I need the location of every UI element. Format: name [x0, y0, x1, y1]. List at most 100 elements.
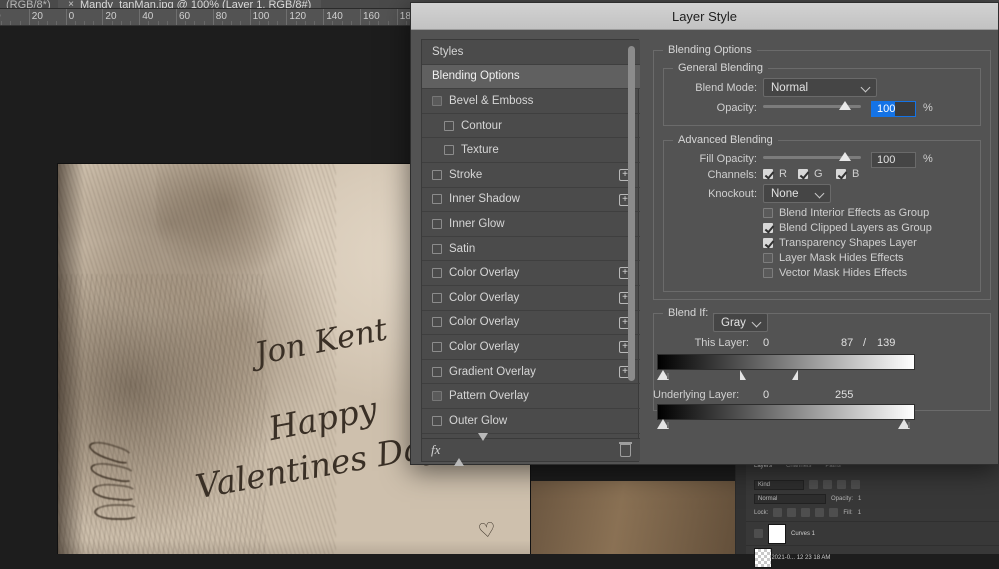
knockout-select[interactable]: None [763, 184, 831, 203]
lock-brush-icon[interactable] [787, 508, 796, 517]
style-enable-checkbox[interactable] [432, 194, 442, 204]
layer-thumbnail[interactable] [754, 548, 772, 568]
transparency-shapes-layer-checkbox[interactable]: Transparency Shapes Layer [763, 237, 917, 249]
style-item-label: Blending Options [432, 70, 520, 82]
lock-transparent-icon[interactable] [773, 508, 782, 517]
style-enable-checkbox[interactable] [432, 96, 442, 106]
document-tab[interactable]: Mandy_tanMan.jpg @ 100% (Layer 1, RGB/8#… [58, 0, 321, 9]
this-layer-gradient-bar[interactable] [657, 354, 915, 370]
opacity-slider-handle[interactable] [839, 101, 851, 110]
layers-panel[interactable]: Layers Channels Paths Kind Normal Opacit… [735, 455, 999, 554]
styles-list-header[interactable]: Styles [422, 40, 640, 65]
this-layer-black-handle[interactable] [657, 370, 669, 380]
style-item-outer-glow[interactable]: Outer Glow [422, 409, 640, 434]
fill-opacity-slider-handle[interactable] [839, 152, 851, 161]
blend-clipped-layers-checkbox[interactable]: Blend Clipped Layers as Group [763, 222, 932, 234]
style-enable-checkbox[interactable] [444, 145, 454, 155]
style-item-texture[interactable]: Texture [422, 138, 640, 163]
checkbox-label: Layer Mask Hides Effects [779, 252, 904, 264]
ruler-label: 80 [213, 11, 227, 22]
vector-mask-hides-effects-checkbox[interactable]: Vector Mask Hides Effects [763, 267, 907, 279]
style-item-color-overlay[interactable]: Color Overlay+ [422, 261, 640, 286]
style-item-bevel-emboss[interactable]: Bevel & Emboss [422, 89, 640, 114]
move-down-icon[interactable] [478, 441, 488, 459]
underlying-white-handle[interactable] [898, 419, 910, 429]
style-item-contour[interactable]: Contour [422, 114, 640, 139]
underlying-gradient-bar[interactable] [657, 404, 915, 420]
layer-blend-mode-select[interactable]: Normal [754, 494, 826, 504]
scrollbar-thumb[interactable] [628, 46, 635, 381]
style-enable-checkbox[interactable] [444, 121, 454, 131]
style-item-color-overlay[interactable]: Color Overlay+ [422, 335, 640, 360]
lock-artboard-icon[interactable] [815, 508, 824, 517]
opacity-input[interactable]: 100 [871, 101, 916, 117]
filter-adjustment-icon[interactable] [823, 480, 832, 489]
style-item-inner-shadow[interactable]: Inner Shadow+ [422, 188, 640, 213]
lock-move-icon[interactable] [801, 508, 810, 517]
style-item-gradient-overlay[interactable]: Gradient Overlay+ [422, 360, 640, 385]
styles-list-panel[interactable]: Styles Blending Options Bevel & EmbossCont… [421, 39, 639, 462]
tab-previous-label[interactable]: (RGB/8*) [0, 0, 57, 9]
ruler-minor-tick [75, 21, 76, 26]
channels-label: Channels: [665, 169, 757, 181]
styles-list[interactable]: Styles Blending Options Bevel & EmbossCont… [422, 40, 640, 440]
blend-interior-effects-checkbox[interactable]: Blend Interior Effects as Group [763, 207, 929, 219]
dialog-titlebar[interactable]: Layer Style [411, 3, 998, 30]
ruler-minor-tick [148, 21, 149, 26]
blend-mode-select[interactable]: Normal [763, 78, 877, 97]
fx-icon[interactable]: fx [431, 442, 440, 458]
ruler-minor-tick [38, 21, 39, 26]
style-item-color-overlay[interactable]: Color Overlay+ [422, 286, 640, 311]
layer-style-dialog[interactable]: Layer Style Styles Blending Options Bevel … [410, 2, 999, 465]
filter-image-icon[interactable] [809, 480, 818, 489]
style-enable-checkbox[interactable] [432, 219, 442, 229]
style-enable-checkbox[interactable] [432, 317, 442, 327]
style-item-satin[interactable]: Satin [422, 237, 640, 262]
list-item[interactable]: Curves 1 [746, 521, 999, 545]
channel-g-checkbox[interactable]: G [798, 168, 823, 180]
channel-r-checkbox[interactable]: R [763, 168, 787, 180]
style-enable-checkbox[interactable] [432, 367, 442, 377]
checkbox-box [763, 208, 773, 218]
delete-effect-icon[interactable] [620, 444, 631, 457]
style-enable-checkbox[interactable] [432, 391, 442, 401]
layer-filter-row[interactable]: Kind [754, 479, 860, 490]
style-enable-checkbox[interactable] [432, 170, 442, 180]
style-item-color-overlay[interactable]: Color Overlay+ [422, 311, 640, 336]
filter-shape-icon[interactable] [851, 480, 860, 489]
this-layer-separator: / [863, 337, 866, 349]
dialog-body: Styles Blending Options Bevel & EmbossCont… [411, 30, 999, 466]
checkbox-label: Blend Clipped Layers as Group [779, 222, 932, 234]
style-enable-checkbox[interactable] [432, 268, 442, 278]
styles-footer-toolbar[interactable]: fx [422, 438, 640, 461]
style-item-stroke[interactable]: Stroke+ [422, 163, 640, 188]
ruler-label: 20 [102, 11, 116, 22]
layer-visibility-icon[interactable] [754, 529, 763, 538]
filter-type-icon[interactable] [837, 480, 846, 489]
move-up-icon[interactable] [454, 441, 464, 459]
layer-opacity-value[interactable]: 1 [858, 496, 861, 502]
styles-scrollbar[interactable] [628, 44, 635, 436]
channel-b-checkbox[interactable]: B [836, 168, 859, 180]
style-enable-checkbox[interactable] [432, 416, 442, 426]
style-enable-checkbox[interactable] [432, 342, 442, 352]
style-item-inner-glow[interactable]: Inner Glow [422, 212, 640, 237]
layer-mask-hides-effects-checkbox[interactable]: Layer Mask Hides Effects [763, 252, 904, 264]
style-item-blending-options[interactable]: Blending Options [422, 65, 640, 90]
filter-kind-select[interactable]: Kind [754, 480, 804, 490]
style-enable-checkbox[interactable] [432, 293, 442, 303]
close-icon[interactable]: × [64, 0, 78, 9]
style-item-pattern-overlay[interactable]: Pattern Overlay [422, 384, 640, 409]
layer-thumbnail[interactable] [768, 524, 786, 544]
lock-all-icon[interactable] [829, 508, 838, 517]
blend-if-channel-select[interactable]: Gray [713, 313, 768, 332]
fill-opacity-input[interactable]: 100 [871, 152, 916, 168]
ruler-minor-tick [204, 21, 205, 26]
underlying-black-handle[interactable] [657, 419, 669, 429]
list-item[interactable]: Photo 2021-0... 12 23 18 AM [746, 545, 999, 569]
style-enable-checkbox[interactable] [432, 244, 442, 254]
layer-lock-row[interactable]: Lock: Fill: 1 [754, 507, 861, 518]
layer-blend-row[interactable]: Normal Opacity: 1 [754, 493, 861, 504]
style-item-label: Outer Glow [449, 415, 507, 427]
layer-fill-value[interactable]: 1 [858, 510, 861, 516]
